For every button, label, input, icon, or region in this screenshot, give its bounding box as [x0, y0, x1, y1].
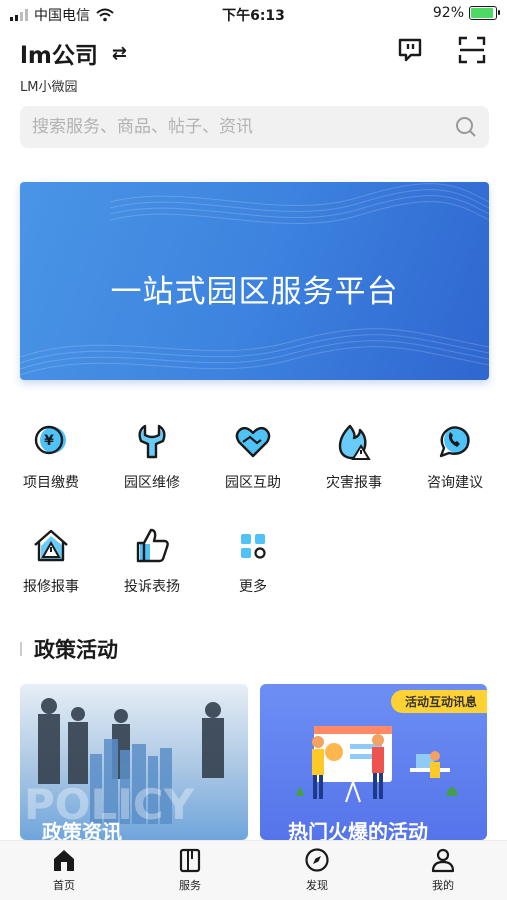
search-icon[interactable] [455, 116, 477, 138]
section-title: 政策活动 [34, 638, 118, 662]
service-consult-suggest[interactable]: 咨询建议 [405, 422, 505, 492]
tab-services[interactable]: 服务 [150, 847, 230, 893]
search-bar[interactable] [20, 106, 489, 148]
card-title: 政策资讯 [42, 820, 122, 840]
message-alert-icon[interactable] [396, 36, 424, 64]
service-disaster-report[interactable]: 灾害报事 [304, 422, 404, 492]
chat-phone-icon [439, 426, 470, 458]
service-more[interactable]: 更多 [203, 526, 303, 596]
tab-discover[interactable]: 发现 [277, 847, 357, 893]
service-park-repair[interactable]: 园区维修 [102, 422, 202, 492]
service-label: 投诉表扬 [124, 579, 180, 595]
tab-label: 服务 [179, 879, 201, 892]
compass-icon [305, 848, 329, 872]
scan-icon[interactable] [458, 36, 486, 64]
service-label: 咨询建议 [427, 475, 483, 491]
tab-label: 发现 [306, 879, 328, 892]
service-label: 报修报事 [23, 579, 79, 595]
book-icon [179, 848, 201, 873]
card-title: 热门火爆的活动 [288, 820, 428, 840]
battery-icon [469, 6, 500, 20]
fire-alert-icon [338, 424, 371, 460]
home-icon [54, 850, 74, 871]
thumbs-up-icon [136, 528, 169, 563]
house-alert-icon [34, 529, 68, 562]
tab-home[interactable]: 首页 [24, 847, 104, 893]
park-name: LM小微园 [20, 80, 78, 95]
tab-label: 首页 [53, 879, 75, 892]
tab-mine[interactable]: 我的 [403, 847, 483, 893]
service-park-mutual-aid[interactable]: 园区互助 [203, 422, 303, 492]
banner-title: 一站式园区服务平台 [110, 274, 399, 310]
service-label: 园区维修 [124, 475, 180, 491]
service-label: 灾害报事 [326, 475, 382, 491]
service-complaint-praise[interactable]: 投诉表扬 [102, 526, 202, 596]
search-input[interactable] [20, 106, 440, 148]
bottom-tab-bar: 首页 服务 发现 我的 [0, 840, 507, 900]
yen-coin-icon: ¥ [34, 425, 66, 455]
policy-news-card[interactable]: POLICY 政策资讯 [20, 684, 248, 840]
swap-arrows-icon[interactable]: ⇄ [112, 43, 127, 64]
user-icon [431, 848, 455, 873]
status-time: 下午6:13 [222, 8, 285, 24]
service-project-payment[interactable]: ¥ 项目缴费 [1, 422, 101, 492]
company-name[interactable]: lm公司 [20, 36, 98, 70]
status-bar: 中国电信 下午6:13 92% [0, 0, 507, 28]
service-repair-report[interactable]: 报修报事 [1, 526, 101, 596]
service-label: 项目缴费 [23, 475, 79, 491]
battery-percent: 92% [432, 5, 464, 21]
svg-text:¥: ¥ [44, 433, 54, 449]
heart-hands-icon [235, 426, 271, 458]
service-label: 更多 [239, 579, 267, 595]
hot-events-card[interactable]: 活动互动讯息 热门火爆的活动 [260, 684, 487, 840]
hero-banner[interactable]: 一站式园区服务平台 [20, 182, 489, 380]
service-label: 园区互助 [225, 475, 281, 491]
tab-label: 我的 [432, 879, 454, 892]
section-marker [20, 642, 22, 656]
wrench-icon [138, 424, 166, 459]
grid-more-icon [241, 534, 266, 559]
